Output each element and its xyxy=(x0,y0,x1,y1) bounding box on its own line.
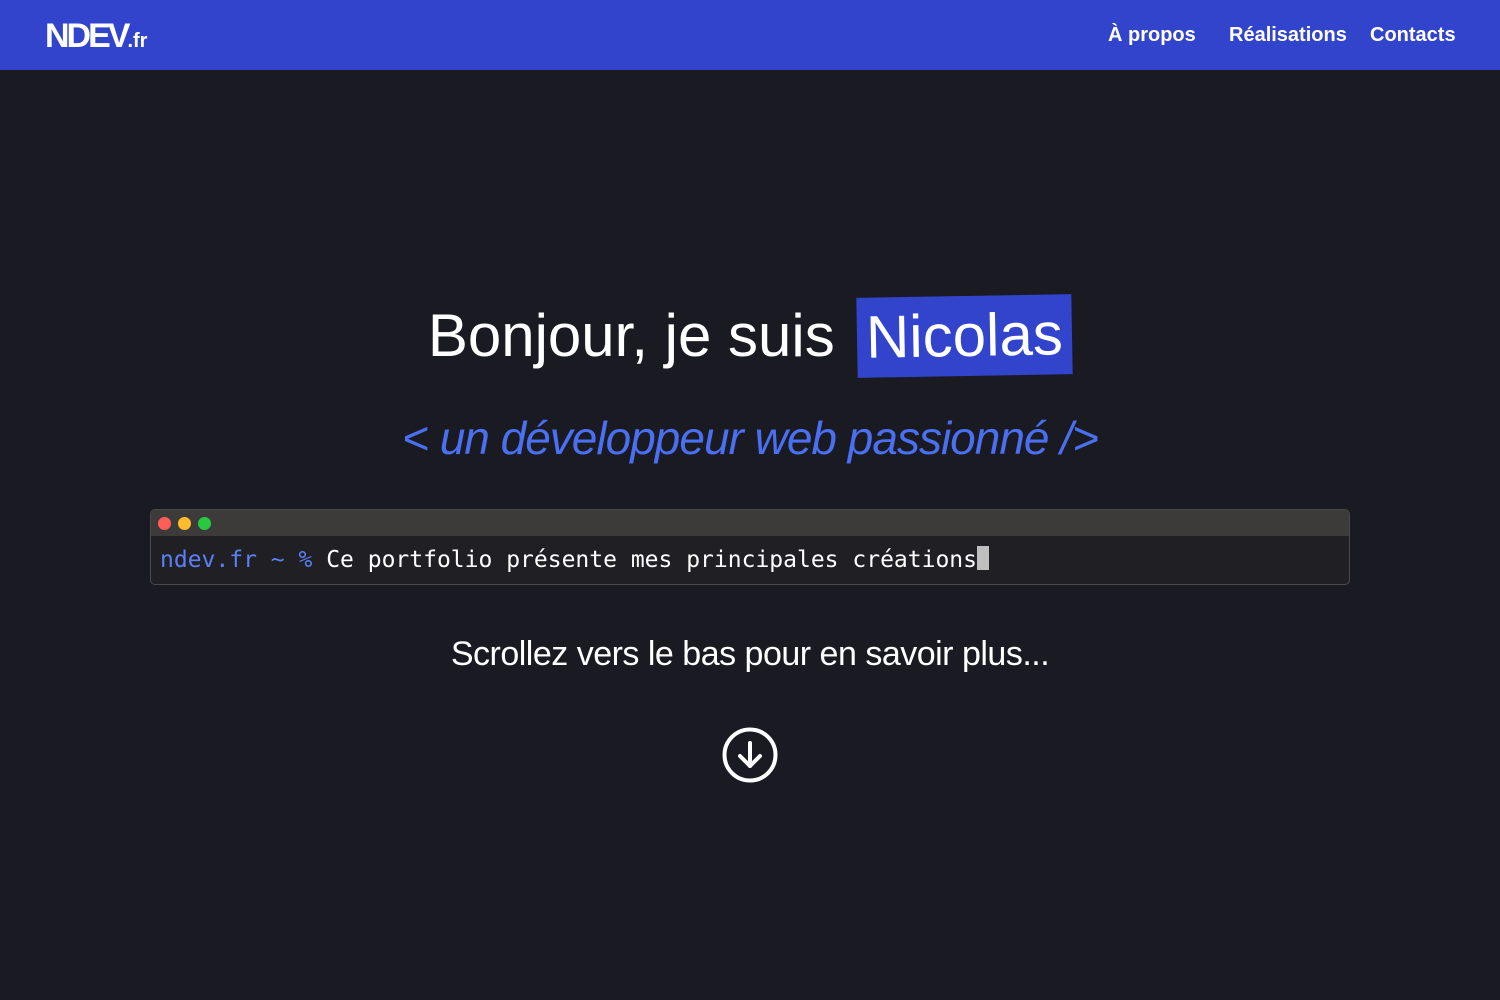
hero-title: Bonjour, je suis Nicolas xyxy=(0,294,1500,378)
terminal-minimize-dot-icon xyxy=(178,517,191,530)
terminal-maximize-dot-icon xyxy=(198,517,211,530)
logo-main-text: NDEV xyxy=(45,17,130,55)
terminal-prompt: ndev.fr ~ % xyxy=(160,547,313,573)
terminal-title-bar xyxy=(151,510,1349,536)
hero-subtitle: < un développeur web passionné /> xyxy=(402,412,1099,464)
terminal-cursor xyxy=(977,546,990,570)
site-logo[interactable]: NDEV.fr xyxy=(45,16,147,61)
terminal-close-dot-icon xyxy=(158,517,171,530)
terminal-window: ndev.fr ~ % Ce portfolio présente mes pr… xyxy=(150,509,1350,585)
nav-link-realisations[interactable]: Réalisations xyxy=(1229,22,1347,48)
nav-link-about[interactable]: À propos xyxy=(1108,22,1196,48)
navbar: NDEV.fr À propos Réalisations Contacts xyxy=(0,0,1500,70)
terminal-line: ndev.fr ~ % Ce portfolio présente mes pr… xyxy=(160,546,990,574)
hero-name-highlight: Nicolas xyxy=(856,294,1073,378)
terminal-command-text: Ce portfolio présente mes principales cr… xyxy=(326,547,978,573)
nav-link-contacts[interactable]: Contacts xyxy=(1370,22,1456,48)
logo-tld-text: .fr xyxy=(127,30,148,52)
arrow-down-circle-icon[interactable] xyxy=(721,726,779,784)
scroll-hint-text: Scrollez vers le bas pour en savoir plus… xyxy=(450,635,1050,673)
hero-greeting: Bonjour, je suis xyxy=(427,302,835,369)
